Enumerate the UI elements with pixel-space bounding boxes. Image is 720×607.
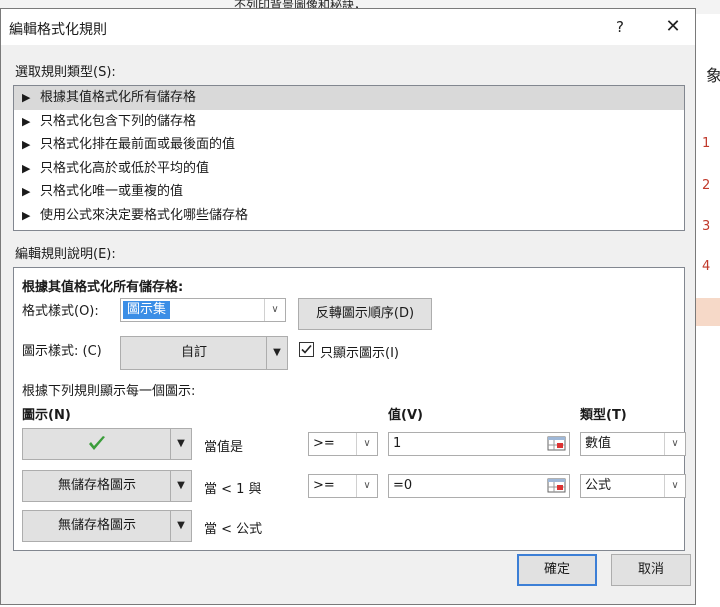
background-right-edge — [696, 40, 720, 440]
rule-type-item-label: 使用公式來決定要格式化哪些儲存格 — [40, 207, 249, 223]
chevron-down-icon: ∨ — [356, 433, 377, 455]
chevron-down-icon: ∨ — [356, 475, 377, 497]
row-2-type-value: 公式 — [585, 478, 612, 493]
format-style-value: 圖示集 — [123, 301, 171, 319]
chevron-down-icon: ∨ — [664, 433, 685, 455]
icon-picker-row-2[interactable]: 無儲存格圖示 ▼ — [22, 470, 192, 502]
chevron-down-icon: ∨ — [664, 475, 685, 497]
edit-formatting-rule-dialog: 編輯格式化規則 ? ✕ 選取規則類型(S): ▶ 根據其值格式化所有儲存格 ▶ 只格… — [0, 8, 696, 605]
triangle-down-icon: ▼ — [170, 471, 191, 501]
format-style-label: 格式樣式(O): — [22, 304, 99, 319]
triangle-right-icon: ▶ — [22, 161, 31, 175]
title-bar[interactable]: 編輯格式化規則 ? ✕ — [1, 9, 695, 45]
rule-type-item-format-all[interactable]: ▶ 根據其值格式化所有儲存格 — [14, 86, 684, 110]
row-2-operator-select[interactable]: >= ∨ — [308, 474, 378, 498]
icon-picker-row-1[interactable]: ▼ — [22, 428, 192, 460]
rule-description-label: 編輯規則說明(E): — [15, 247, 116, 262]
rule-type-item-label: 只格式化包含下列的儲存格 — [40, 113, 197, 129]
row-1-type-value: 數值 — [585, 436, 612, 451]
row-2-condition: 當 < 1 與 — [204, 482, 262, 497]
help-button[interactable]: ? — [604, 13, 636, 41]
icon-style-value: 自訂 — [180, 345, 207, 360]
close-button[interactable]: ✕ — [657, 13, 689, 41]
triangle-down-icon: ▼ — [170, 511, 191, 541]
row-1-type-select[interactable]: 數值 ∨ — [580, 432, 686, 456]
rule-type-item-unique-duplicate[interactable]: ▶ 只格式化唯一或重複的值 — [14, 180, 684, 204]
rule-type-item-use-formula[interactable]: ▶ 使用公式來決定要格式化哪些儲存格 — [14, 204, 684, 228]
row-1-value-input[interactable]: 1 — [388, 432, 570, 456]
icon-style-label: 圖示樣式: (C) — [22, 344, 102, 359]
type-column-header: 類型(T) — [580, 408, 627, 423]
row-2-operator-value: >= — [313, 478, 335, 493]
checkmark-icon — [301, 344, 312, 354]
triangle-right-icon: ▶ — [22, 114, 31, 128]
row-2-type-select[interactable]: 公式 ∨ — [580, 474, 686, 498]
triangle-right-icon: ▶ — [22, 138, 31, 151]
triangle-right-icon: ▶ — [22, 91, 31, 104]
cancel-button[interactable]: 取消 — [611, 554, 691, 586]
row-1-operator-select[interactable]: >= ∨ — [308, 432, 378, 456]
show-icon-only-label: 只顯示圖示(I) — [320, 346, 399, 361]
background-number: 4 — [702, 259, 711, 274]
row-2-icon-label: 無儲存格圖示 — [57, 478, 136, 493]
rule-description-panel: 根據其值格式化所有儲存格: 格式樣式(O): 圖示集 ∨ 反轉圖示順序(D) 圖… — [13, 267, 686, 551]
description-heading: 根據其值格式化所有儲存格: — [22, 280, 184, 295]
background-number: 3 — [702, 219, 711, 234]
row-3-condition: 當 < 公式 — [204, 522, 263, 537]
triangle-down-icon: ▼ — [266, 337, 287, 369]
row-1-operator-value: >= — [313, 436, 335, 451]
triangle-right-icon: ▶ — [22, 208, 31, 222]
rule-type-item-label: 只格式化唯一或重複的值 — [40, 184, 184, 199]
row-2-value-input[interactable]: =0 — [388, 474, 570, 498]
rule-caption: 根據下列規則顯示每一個圖示: — [22, 384, 196, 399]
icon-column-header: 圖示(N) — [22, 408, 71, 423]
rule-type-item-label: 只格式化排在最前面或最後面的值 — [40, 137, 236, 152]
icon-picker-row-3[interactable]: 無儲存格圖示 ▼ — [22, 510, 192, 542]
show-icon-only-checkbox[interactable] — [299, 342, 314, 357]
rule-type-item-above-below-average[interactable]: ▶ 只格式化高於或低於平均的值 — [14, 157, 684, 181]
rule-type-item-label: 只格式化高於或低於平均的值 — [40, 160, 210, 176]
row-1-value: 1 — [393, 436, 402, 451]
rule-type-item-top-bottom[interactable]: ▶ 只格式化排在最前面或最後面的值 — [14, 133, 684, 157]
row-1-condition: 當值是 — [204, 440, 244, 455]
triangle-down-icon: ▼ — [170, 429, 191, 459]
value-column-header: 值(V) — [388, 408, 423, 423]
row-2-value: =0 — [393, 478, 413, 493]
rule-type-list[interactable]: ▶ 根據其值格式化所有儲存格 ▶ 只格式化包含下列的儲存格 ▶ 只格式化排在最前面或最… — [13, 85, 685, 231]
range-picker-icon[interactable] — [547, 435, 567, 453]
triangle-right-icon: ▶ — [22, 185, 31, 198]
chevron-down-icon: ∨ — [264, 299, 285, 321]
green-check-icon — [23, 429, 171, 459]
rule-type-label: 選取規則類型(S): — [15, 65, 116, 80]
background-highlight — [696, 298, 720, 326]
background-char: 象 — [706, 66, 720, 85]
reverse-icon-order-button[interactable]: 反轉圖示順序(D) — [298, 298, 432, 330]
rule-type-item-label: 根據其值格式化所有儲存格 — [40, 90, 197, 105]
rule-type-item-contains[interactable]: ▶ 只格式化包含下列的儲存格 — [14, 110, 684, 134]
range-picker-icon[interactable] — [547, 477, 567, 495]
row-3-icon-label: 無儲存格圖示 — [57, 518, 136, 533]
background-number: 1 — [702, 136, 711, 151]
format-style-select[interactable]: 圖示集 ∨ — [120, 298, 286, 322]
background-number: 2 — [702, 178, 711, 193]
icon-style-dropdown[interactable]: 自訂 ▼ — [120, 336, 288, 370]
dialog-title: 編輯格式化規則 — [9, 22, 107, 38]
ok-button[interactable]: 確定 — [517, 554, 597, 586]
